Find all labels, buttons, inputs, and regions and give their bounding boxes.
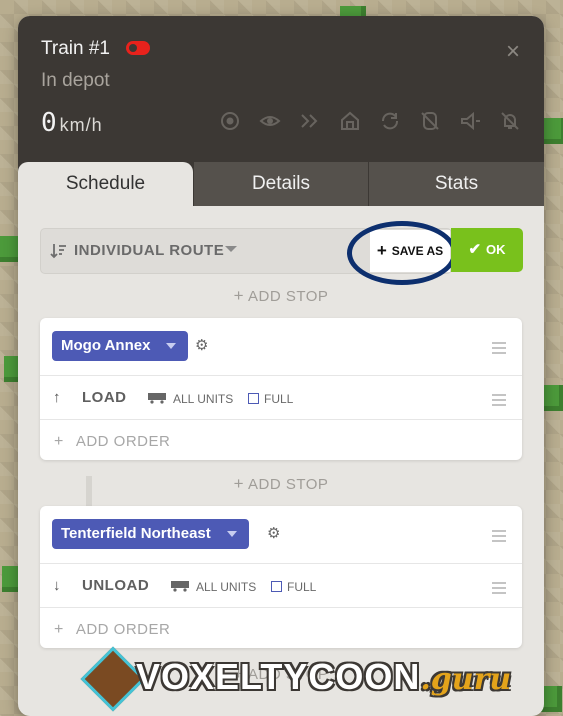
drag-handle-icon[interactable]: [492, 530, 506, 545]
drag-handle-icon[interactable]: [492, 582, 506, 597]
drag-handle-icon[interactable]: [492, 394, 506, 409]
watermark-main: VOXELTYCOON: [136, 656, 421, 697]
full-checkbox[interactable]: [248, 393, 259, 404]
tab-details[interactable]: Details: [194, 162, 368, 206]
station-name: Mogo Annex: [61, 337, 151, 354]
wagon-icon: [147, 391, 167, 404]
plus-icon: +: [233, 286, 245, 305]
skip-stop-icon[interactable]: [299, 110, 321, 132]
load-arrow-icon: ↑: [53, 389, 61, 406]
station-name: Tenterfield Northeast: [61, 525, 211, 542]
ok-button[interactable]: ✔ OK: [451, 228, 523, 272]
drag-handle-icon[interactable]: [492, 342, 506, 357]
route-label: INDIVIDUAL ROUTE: [74, 242, 225, 259]
order-units[interactable]: ALL UNITS: [196, 580, 256, 594]
watermark-text: VOXELTYCOON.guru: [136, 656, 511, 698]
stop-card: Mogo Annex ⚙ ↑ LOAD ALL UNITS FULL + ADD …: [40, 318, 522, 460]
tab-schedule[interactable]: Schedule: [18, 162, 193, 206]
plus-icon: +: [54, 621, 64, 638]
vehicle-window: Train #1 × In depot 0 km/h Schedule Deta…: [18, 16, 544, 716]
close-icon[interactable]: ×: [506, 40, 520, 64]
send-to-depot-icon[interactable]: [339, 110, 361, 132]
station-selector[interactable]: Tenterfield Northeast: [52, 519, 249, 549]
order-action: LOAD: [82, 389, 127, 406]
order-condition: FULL: [287, 580, 317, 594]
ok-label: OK: [486, 242, 506, 257]
plus-icon: +: [54, 433, 64, 450]
order-units[interactable]: ALL UNITS: [173, 392, 233, 406]
divider: [40, 375, 522, 376]
train-enabled-toggle[interactable]: [126, 41, 150, 55]
divider: [40, 563, 522, 564]
horn-icon[interactable]: [459, 110, 481, 132]
notifications-off-icon[interactable]: [499, 110, 521, 132]
tab-bar: Schedule Details Stats: [18, 162, 544, 206]
add-stop-button[interactable]: + ADD STOP: [18, 474, 544, 494]
chevron-down-icon: [225, 246, 237, 252]
train-name[interactable]: Train #1: [41, 38, 110, 60]
reverse-icon[interactable]: [379, 110, 401, 132]
wagon-icon: [170, 579, 190, 592]
go-to-icon[interactable]: [219, 110, 241, 132]
gear-icon[interactable]: ⚙: [195, 338, 208, 353]
station-selector[interactable]: Mogo Annex: [52, 331, 189, 361]
order-action: UNLOAD: [82, 577, 150, 594]
view-icon[interactable]: [259, 110, 281, 132]
stop-card: Tenterfield Northeast ⚙ ↓ UNLOAD ALL UNI…: [40, 506, 522, 648]
highlight-ring: [347, 221, 457, 285]
full-checkbox[interactable]: [271, 581, 282, 592]
speed-readout: 0 km/h: [41, 108, 103, 138]
add-stop-button[interactable]: + ADD STOP: [18, 286, 544, 306]
gear-icon[interactable]: ⚙: [267, 526, 280, 541]
watermark-suffix: .guru: [420, 662, 512, 697]
add-order-button[interactable]: + ADD ORDER: [54, 621, 170, 639]
add-stop-label: ADD STOP: [248, 476, 329, 493]
decouple-icon[interactable]: [419, 110, 441, 132]
check-icon: ✔: [468, 241, 482, 258]
tab-stats[interactable]: Stats: [369, 162, 544, 206]
unload-arrow-icon: ↓: [53, 577, 61, 594]
window-header: Train #1 × In depot 0 km/h: [18, 16, 544, 162]
add-order-label: ADD ORDER: [75, 433, 171, 450]
add-order-button[interactable]: + ADD ORDER: [54, 433, 170, 451]
divider: [40, 419, 522, 420]
watermark: VOXELTYCOON.guru: [80, 646, 511, 712]
speed-unit: km/h: [59, 115, 103, 135]
add-stop-label: ADD STOP: [248, 288, 329, 305]
order-condition: FULL: [264, 392, 294, 406]
plus-icon: +: [233, 474, 245, 493]
train-status: In depot: [41, 70, 110, 91]
chevron-down-icon: [226, 531, 237, 537]
speed-value: 0: [41, 108, 57, 138]
chevron-down-icon: [166, 343, 177, 349]
sort-icon: [49, 242, 67, 260]
add-order-label: ADD ORDER: [75, 621, 171, 638]
divider: [40, 607, 522, 608]
